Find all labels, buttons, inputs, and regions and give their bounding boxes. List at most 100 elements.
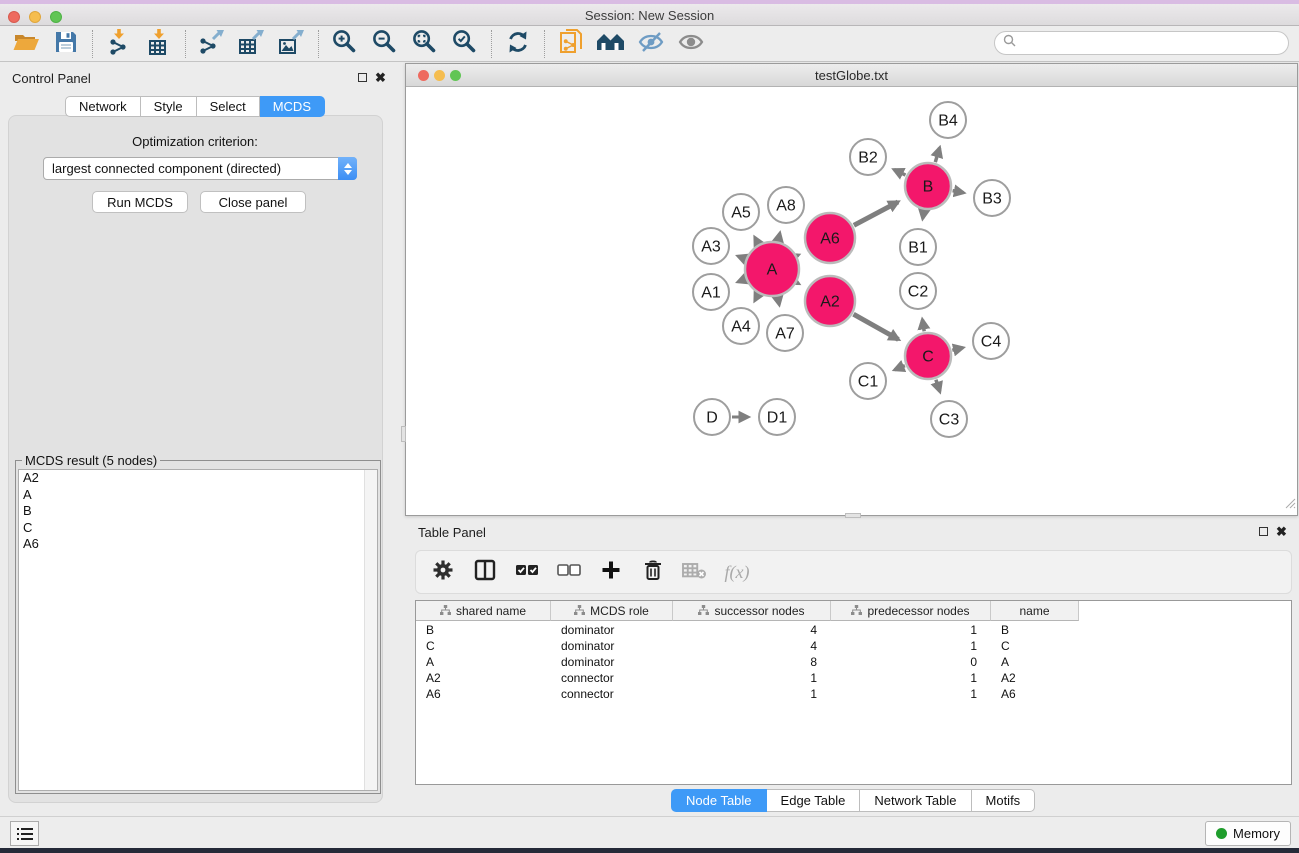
criterion-select[interactable]: largest connected component (directed)	[43, 157, 357, 180]
column-header-predecessor-nodes[interactable]: predecessor nodes	[831, 601, 991, 621]
zoom-out-button[interactable]	[365, 28, 405, 60]
node-C4[interactable]: C4	[973, 323, 1009, 359]
delete-table-button[interactable]	[676, 555, 714, 589]
add-button[interactable]	[592, 555, 630, 589]
node-A7[interactable]: A7	[767, 315, 803, 351]
refresh-button[interactable]	[498, 28, 538, 60]
node-B2[interactable]: B2	[850, 139, 886, 175]
home-button[interactable]	[591, 28, 631, 60]
node-C[interactable]: C	[905, 333, 951, 379]
node-B3[interactable]: B3	[974, 180, 1010, 216]
close-panel-button[interactable]: Close panel	[200, 191, 306, 213]
node-A8[interactable]: A8	[768, 187, 804, 223]
edge-A-A3[interactable]	[738, 256, 745, 259]
table-row[interactable]: Bdominator41B	[416, 622, 1291, 638]
zoom-selected-button[interactable]	[445, 28, 485, 60]
import-network-button[interactable]	[99, 28, 139, 60]
network-from-file-button[interactable]	[551, 28, 591, 60]
column-header-successor-nodes[interactable]: successor nodes	[673, 601, 831, 621]
tab-network[interactable]: Network	[65, 96, 141, 117]
edge-C-C4[interactable]	[952, 348, 963, 351]
run-mcds-button[interactable]: Run MCDS	[92, 191, 188, 213]
network-window-titlebar[interactable]: testGlobe.txt	[406, 64, 1297, 87]
edge-A-A8[interactable]	[778, 233, 780, 240]
tab-style[interactable]: Style	[141, 96, 197, 117]
result-item[interactable]: A	[19, 487, 377, 504]
float-table-panel-icon[interactable]	[1259, 527, 1268, 536]
show-details-button[interactable]	[671, 28, 711, 60]
close-table-panel-icon[interactable]: ✖	[1276, 526, 1287, 537]
resize-grip-icon[interactable]	[1282, 495, 1296, 514]
node-B1[interactable]: B1	[900, 229, 936, 265]
column-header-shared-name[interactable]: shared name	[416, 601, 551, 621]
zoom-in-button[interactable]	[325, 28, 365, 60]
tab-motifs[interactable]: Motifs	[972, 789, 1036, 812]
function-button[interactable]: f(x)	[718, 555, 756, 589]
result-item[interactable]: C	[19, 520, 377, 537]
hide-details-button[interactable]	[631, 28, 671, 60]
export-table-button[interactable]	[232, 28, 272, 60]
node-D[interactable]: D	[694, 399, 730, 435]
float-panel-icon[interactable]	[358, 73, 367, 82]
select-all-button[interactable]	[508, 555, 546, 589]
table-row[interactable]: Cdominator41C	[416, 638, 1291, 654]
table-row[interactable]: A2connector11A2	[416, 670, 1291, 686]
network-graph[interactable]: B4 B2 B B3 A5A8A6 A3 B1 A A1 C2 A2 A4A7 C C4 C1 C3 D D1	[406, 87, 1297, 515]
node-C3[interactable]: C3	[931, 401, 967, 437]
node-D1[interactable]: D1	[759, 399, 795, 435]
result-scrollbar[interactable]	[364, 470, 377, 790]
tab-mcds[interactable]: MCDS	[260, 96, 325, 117]
node-C1[interactable]: C1	[850, 363, 886, 399]
horizontal-splitter-handle[interactable]	[401, 426, 406, 442]
node-A[interactable]: A	[745, 242, 799, 296]
node-B4[interactable]: B4	[930, 102, 966, 138]
export-image-button[interactable]	[272, 28, 312, 60]
result-item[interactable]: B	[19, 503, 377, 520]
column-header-MCDS-role[interactable]: MCDS role	[551, 601, 673, 621]
import-table-button[interactable]	[139, 28, 179, 60]
edge-B-B4[interactable]	[935, 148, 939, 162]
edge-A-A1[interactable]	[738, 279, 745, 282]
delete-button[interactable]	[634, 555, 672, 589]
search-field[interactable]	[994, 31, 1289, 55]
node-A2[interactable]: A2	[805, 276, 855, 326]
settings-button[interactable]	[424, 555, 462, 589]
tab-edge-table[interactable]: Edge Table	[767, 789, 861, 812]
memory-button[interactable]: Memory	[1205, 821, 1291, 846]
export-network-button[interactable]	[192, 28, 232, 60]
search-input[interactable]	[1021, 36, 1280, 50]
node-A1[interactable]: A1	[693, 274, 729, 310]
save-session-button[interactable]	[46, 28, 86, 60]
vertical-splitter-handle[interactable]	[845, 513, 861, 518]
close-panel-icon[interactable]: ✖	[375, 72, 386, 83]
table-row[interactable]: Adominator80A	[416, 654, 1291, 670]
edge-A-A5[interactable]	[755, 238, 758, 244]
mcds-result-list[interactable]: A2ABCA6	[18, 469, 378, 791]
tab-node-table[interactable]: Node Table	[671, 789, 767, 812]
table-row[interactable]: A6connector11A6	[416, 686, 1291, 702]
result-item[interactable]: A2	[19, 470, 377, 487]
columns-button[interactable]	[466, 555, 504, 589]
tab-network-table[interactable]: Network Table	[860, 789, 971, 812]
node-B[interactable]: B	[905, 163, 951, 209]
open-session-button[interactable]	[6, 28, 46, 60]
zoom-fit-button[interactable]	[405, 28, 445, 60]
edge-C-C1[interactable]	[895, 366, 905, 370]
edge-A-A2[interactable]	[797, 283, 798, 284]
edge-B-B1[interactable]	[923, 211, 924, 219]
edge-B-B2[interactable]	[894, 170, 905, 176]
tab-select[interactable]: Select	[197, 96, 260, 117]
node-A4[interactable]: A4	[723, 308, 759, 344]
result-item[interactable]: A6	[19, 536, 377, 553]
node-C2[interactable]: C2	[900, 273, 936, 309]
edge-C-C3[interactable]	[936, 380, 940, 392]
task-history-button[interactable]	[10, 821, 39, 846]
node-A3[interactable]: A3	[693, 228, 729, 264]
edge-C-C2[interactable]	[922, 320, 924, 332]
edge-A2-C[interactable]	[854, 314, 899, 339]
column-header-name[interactable]: name	[991, 601, 1079, 621]
node-A6[interactable]: A6	[805, 213, 855, 263]
edge-A6-B[interactable]	[854, 202, 898, 225]
deselect-all-button[interactable]	[550, 555, 588, 589]
node-A5[interactable]: A5	[723, 194, 759, 230]
